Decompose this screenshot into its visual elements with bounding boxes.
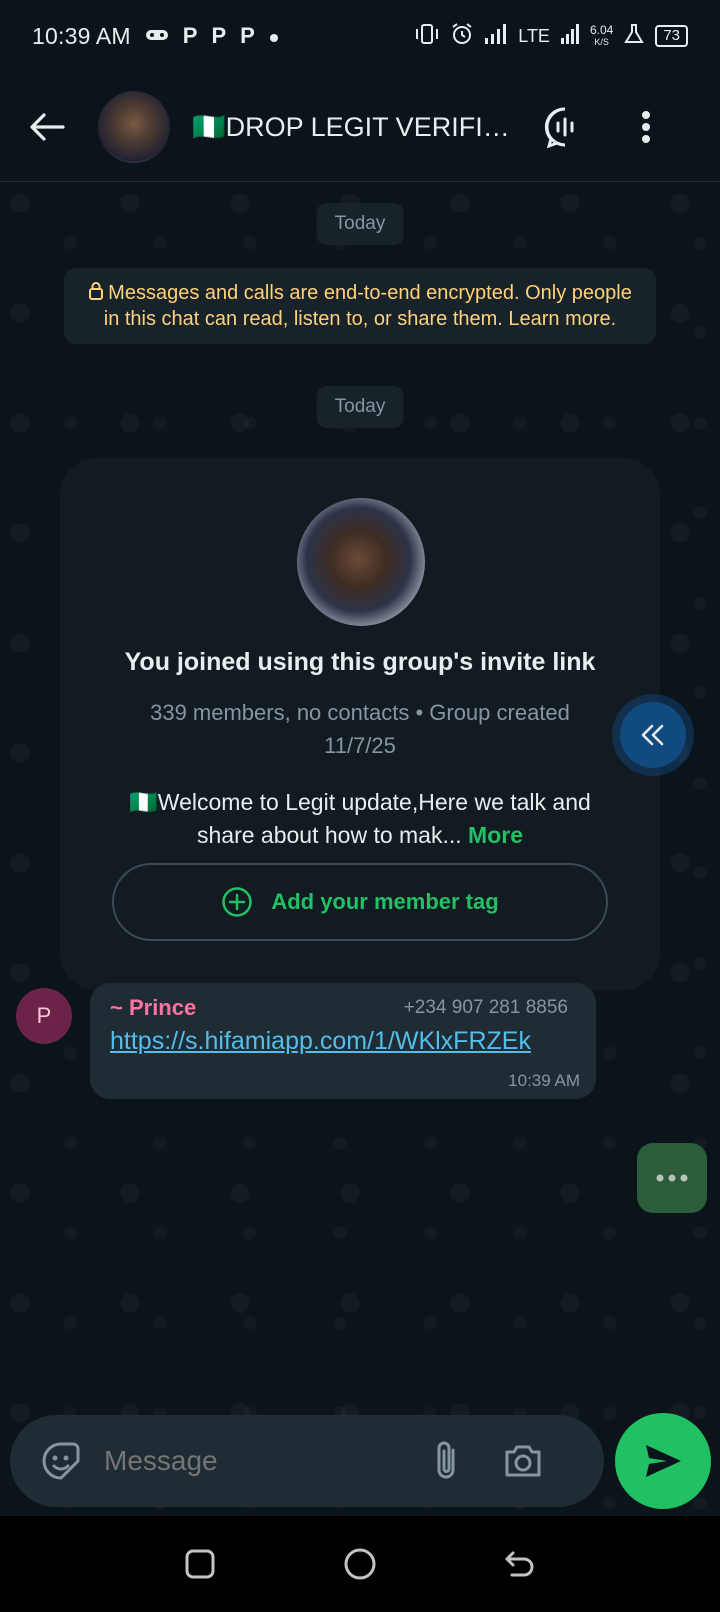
sender-avatar[interactable]: P bbox=[16, 988, 72, 1044]
notification-p-3: P bbox=[240, 23, 255, 48]
home-icon bbox=[344, 1548, 376, 1580]
plus-circle-icon bbox=[222, 887, 253, 917]
back-arrow-icon bbox=[30, 112, 65, 141]
chat-header: 🇳🇬DROP LEGIT VERIFIED... bbox=[0, 72, 720, 182]
voice-chat-button[interactable] bbox=[540, 102, 590, 152]
camera-button[interactable] bbox=[498, 1436, 548, 1486]
net-speed-unit: K/S bbox=[594, 37, 609, 47]
group-title[interactable]: 🇳🇬DROP LEGIT VERIFIED... bbox=[192, 111, 512, 143]
group-name: DROP LEGIT VERIFIED... bbox=[225, 111, 512, 142]
game-controller-icon bbox=[145, 23, 169, 49]
message-sender-phone: +234 907 281 8856 bbox=[403, 997, 568, 1018]
whatsapp-chat-screen: 10:39 AM P P P LTE 6.04 K/S 73 🇳🇬DROP LE… bbox=[0, 0, 720, 1612]
message-bubble[interactable]: ~ Prince +234 907 281 8856 https://s.hif… bbox=[90, 983, 596, 1099]
message-time: 10:39 AM bbox=[508, 1071, 580, 1090]
notification-p-2: P bbox=[211, 23, 227, 48]
more-link[interactable]: More bbox=[468, 822, 523, 848]
sticker-button[interactable] bbox=[36, 1436, 86, 1486]
encryption-notice-text: Messages and calls are end-to-end encryp… bbox=[103, 282, 632, 330]
date-chip-2: Today bbox=[316, 386, 404, 428]
group-description: 🇳🇬Welcome to Legit update,Here we talk a… bbox=[110, 786, 610, 852]
chat-area[interactable]: Today Messages and calls are end-to-end … bbox=[0, 183, 720, 1510]
message-sender[interactable]: ~ Prince bbox=[110, 995, 196, 1021]
attach-button[interactable] bbox=[424, 1436, 468, 1486]
paperclip-icon bbox=[437, 1441, 455, 1479]
group-card-avatar[interactable] bbox=[297, 498, 425, 626]
home-button[interactable] bbox=[335, 1539, 385, 1589]
status-right: LTE 6.04 K/S 73 bbox=[414, 22, 688, 51]
status-bar: 10:39 AM P P P LTE 6.04 K/S 73 bbox=[0, 0, 720, 72]
double-chevron-left-icon bbox=[641, 724, 664, 746]
recents-icon bbox=[185, 1549, 215, 1579]
message-link[interactable]: https://s.hifamiapp.com/1/WKlxFRZEk bbox=[110, 1027, 531, 1056]
notification-dot-icon bbox=[269, 23, 279, 49]
battery-indicator: 73 bbox=[655, 25, 688, 47]
encryption-notice[interactable]: Messages and calls are end-to-end encryp… bbox=[64, 268, 656, 344]
chat-options-button[interactable] bbox=[637, 1143, 707, 1213]
signal-icon-2 bbox=[560, 23, 580, 50]
vibrate-icon bbox=[414, 23, 440, 50]
system-nav-bar bbox=[0, 1516, 720, 1612]
overflow-menu-button[interactable] bbox=[626, 102, 666, 152]
back-button[interactable] bbox=[22, 102, 72, 152]
group-card-meta: 339 members, no contacts • Group created… bbox=[150, 700, 570, 758]
group-info-card: You joined using this group's invite lin… bbox=[60, 458, 660, 990]
group-avatar[interactable] bbox=[98, 90, 170, 163]
more-vert-icon bbox=[642, 110, 650, 143]
network-type: LTE bbox=[518, 25, 550, 46]
recents-button[interactable] bbox=[175, 1539, 225, 1589]
date-chip: Today bbox=[316, 203, 404, 245]
back-nav-icon bbox=[505, 1551, 534, 1577]
message-composer bbox=[10, 1415, 604, 1507]
status-left: 10:39 AM P P P bbox=[32, 23, 279, 50]
lock-icon bbox=[89, 282, 104, 300]
voice-chat-icon bbox=[544, 106, 574, 148]
flask-icon bbox=[623, 23, 645, 50]
dots-icon bbox=[656, 1174, 688, 1182]
add-member-tag-button[interactable]: Add your member tag bbox=[112, 863, 608, 941]
alarm-icon bbox=[450, 22, 474, 51]
net-speed-value: 6.04 bbox=[589, 23, 614, 37]
notification-p-1: P bbox=[182, 23, 198, 48]
message-input[interactable] bbox=[104, 1445, 414, 1477]
back-nav-button[interactable] bbox=[495, 1539, 545, 1589]
nigeria-flag: 🇳🇬 bbox=[192, 111, 226, 142]
sticker-icon bbox=[42, 1442, 80, 1480]
send-icon bbox=[646, 1445, 681, 1477]
signal-icon bbox=[484, 23, 508, 50]
scroll-to-bottom-button[interactable] bbox=[620, 702, 686, 768]
send-button[interactable] bbox=[615, 1413, 711, 1509]
add-member-tag-label: Add your member tag bbox=[271, 889, 499, 914]
group-card-title: You joined using this group's invite lin… bbox=[124, 648, 596, 676]
status-time: 10:39 AM bbox=[32, 22, 131, 49]
camera-icon bbox=[505, 1445, 541, 1477]
net-speed: 6.04 K/S bbox=[590, 24, 613, 48]
